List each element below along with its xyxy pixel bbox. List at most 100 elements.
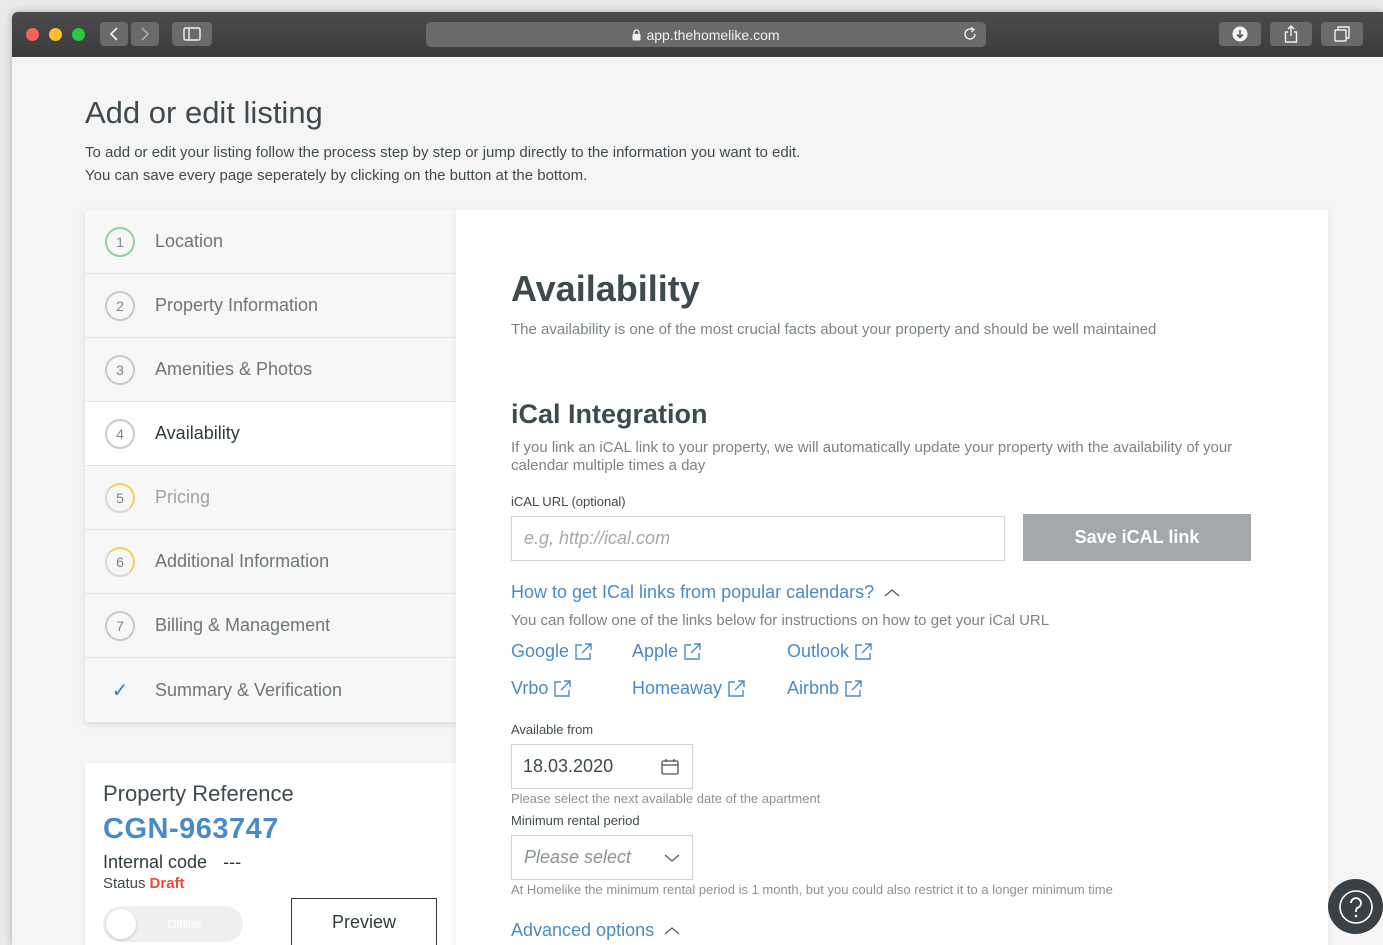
external-link-icon xyxy=(575,643,592,660)
help-icon xyxy=(1338,889,1373,924)
tabs-icon xyxy=(1334,26,1350,42)
calendar-icon[interactable] xyxy=(661,758,679,776)
checkmark-icon: ✓ xyxy=(111,679,129,702)
page-title: Add or edit listing xyxy=(85,95,323,130)
address-bar[interactable]: app.thehomelike.com xyxy=(426,22,986,47)
howto-label: How to get ICal links from popular calen… xyxy=(511,582,875,602)
external-link-icon xyxy=(684,643,701,660)
availability-form: Availability The availability is one of … xyxy=(456,210,1328,945)
download-icon xyxy=(1232,26,1248,42)
step-location[interactable]: 1 Location xyxy=(85,210,457,274)
status-label: Status xyxy=(103,875,146,892)
step-label: Summary & Verification xyxy=(155,679,343,700)
min-rental-select[interactable]: Please select xyxy=(511,835,693,880)
step-pricing[interactable]: 5 Pricing xyxy=(85,466,457,530)
available-from-label: Available from xyxy=(511,722,594,737)
desktop: app.thehomelike.com Add or edit listing … xyxy=(0,0,1383,945)
ical-url-input[interactable] xyxy=(511,516,1005,561)
step-number: 5 xyxy=(105,482,135,513)
step-label: Availability xyxy=(155,423,240,443)
step-number: 3 xyxy=(105,354,135,385)
date-value: 18.03.2020 xyxy=(523,756,614,776)
google-link[interactable]: Google xyxy=(511,641,593,662)
back-button[interactable] xyxy=(100,22,128,46)
status-row: Status Draft xyxy=(103,875,185,892)
steps-sidebar: 1 Location 2 Property Information 3 Amen… xyxy=(85,210,457,722)
section-title: Availability xyxy=(511,268,700,309)
toggle-knob xyxy=(106,909,136,939)
step-summary-verification[interactable]: ✓ Summary & Verification xyxy=(85,658,457,722)
browser-toolbar: app.thehomelike.com xyxy=(12,12,1383,57)
step-label: Billing & Management xyxy=(155,615,331,635)
howto-toggle[interactable]: How to get ICal links from popular calen… xyxy=(511,582,900,603)
ical-description: If you link an iCAL link to your propert… xyxy=(511,439,1233,474)
tabs-overview-button[interactable] xyxy=(1321,22,1363,46)
step-label: Amenities & Photos xyxy=(155,359,313,379)
step-label: Additional Information xyxy=(155,551,330,571)
homeaway-link[interactable]: Homeaway xyxy=(632,678,746,699)
external-link-icon xyxy=(845,680,862,697)
link-label: Apple xyxy=(632,641,679,661)
step-additional-information[interactable]: 6 Additional Information xyxy=(85,530,457,594)
property-code: CGN-963747 xyxy=(103,813,279,845)
howto-description: You can follow one of the links below fo… xyxy=(511,612,1050,629)
chevron-left-icon xyxy=(109,27,118,41)
available-from-date-input[interactable]: 18.03.2020 xyxy=(511,744,693,789)
step-number: 1 xyxy=(105,226,135,257)
step-amenities-photos[interactable]: 3 Amenities & Photos xyxy=(85,338,457,402)
airbnb-link[interactable]: Airbnb xyxy=(787,678,863,699)
external-link-icon xyxy=(554,680,572,697)
link-label: Airbnb xyxy=(787,678,840,698)
status-badge: Draft xyxy=(149,875,185,892)
chevron-right-icon xyxy=(141,27,150,41)
url-text: app.thehomelike.com xyxy=(646,26,780,43)
forward-button[interactable] xyxy=(131,22,159,46)
lock-icon xyxy=(632,28,641,40)
downloads-button[interactable] xyxy=(1219,22,1261,46)
step-number: 6 xyxy=(105,546,135,577)
online-toggle[interactable]: Offline xyxy=(103,906,243,942)
chevron-up-icon xyxy=(664,926,680,935)
step-availability[interactable]: 4 Availability xyxy=(85,402,457,466)
share-button[interactable] xyxy=(1270,22,1312,46)
available-from-hint: Please select the next available date of… xyxy=(511,791,821,806)
close-window-button[interactable] xyxy=(26,28,39,41)
step-number: 2 xyxy=(105,290,135,321)
vrbo-link[interactable]: Vrbo xyxy=(511,678,572,699)
step-number: 4 xyxy=(105,418,135,449)
link-label: Homeaway xyxy=(632,678,723,698)
apple-link[interactable]: Apple xyxy=(632,641,702,662)
property-reference-card: Property Reference CGN-963747 Internal c… xyxy=(85,763,457,945)
outlook-link[interactable]: Outlook xyxy=(787,641,873,662)
reference-title: Property Reference xyxy=(103,781,294,806)
link-label: Google xyxy=(511,641,570,661)
chevron-down-icon xyxy=(664,854,680,862)
share-icon xyxy=(1284,25,1298,43)
external-link-icon xyxy=(855,643,872,660)
advanced-options-toggle[interactable]: Advanced options xyxy=(511,920,680,941)
browser-window: app.thehomelike.com Add or edit listing … xyxy=(12,12,1383,945)
internal-code-value: --- xyxy=(223,852,242,872)
toggle-label: Offline xyxy=(167,917,202,931)
min-rental-hint: At Homelike the minimum rental period is… xyxy=(511,882,1113,897)
ical-url-label: iCAL URL (optional) xyxy=(511,494,626,509)
step-label: Location xyxy=(155,231,224,251)
page-description: To add or edit your listing follow the p… xyxy=(85,144,801,184)
min-rental-label: Minimum rental period xyxy=(511,813,640,828)
reload-icon[interactable] xyxy=(962,26,978,42)
save-ical-button[interactable]: Save iCAL link xyxy=(1023,514,1251,561)
preview-button[interactable]: Preview xyxy=(291,898,437,945)
step-billing-management[interactable]: 7 Billing & Management xyxy=(85,594,457,658)
select-placeholder: Please select xyxy=(524,847,632,867)
minimize-window-button[interactable] xyxy=(49,28,62,41)
internal-code-label: Internal code xyxy=(103,852,208,872)
zoom-window-button[interactable] xyxy=(72,28,85,41)
section-description: The availability is one of the most cruc… xyxy=(511,321,1157,338)
step-label: Property Information xyxy=(155,295,319,315)
sidebar-icon xyxy=(183,27,201,41)
step-number: 7 xyxy=(105,610,135,641)
step-property-information[interactable]: 2 Property Information xyxy=(85,274,457,338)
step-label: Pricing xyxy=(155,487,211,507)
sidebar-toggle-button[interactable] xyxy=(172,22,212,46)
help-button[interactable] xyxy=(1328,879,1383,934)
